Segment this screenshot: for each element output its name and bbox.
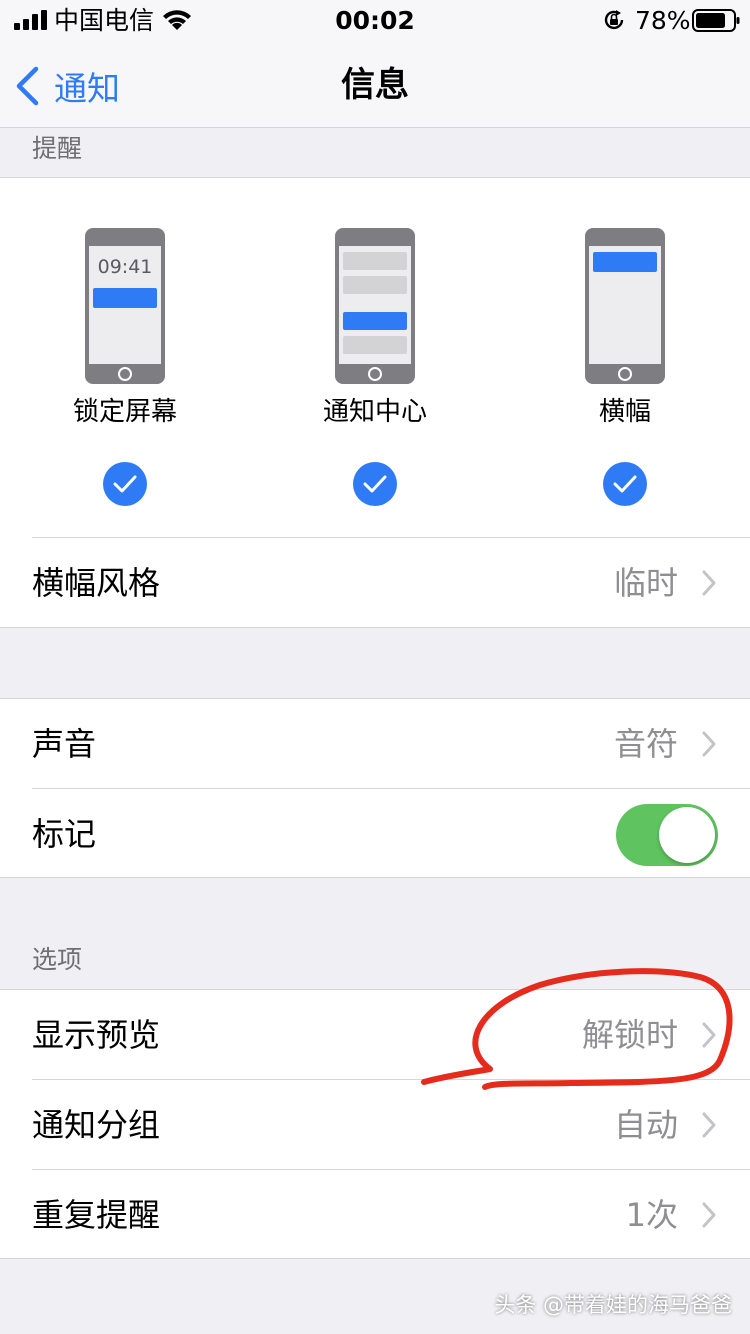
banner-style-row[interactable]: 横幅风格 临时 <box>0 538 750 628</box>
row-value: 解锁时 <box>581 1016 678 1054</box>
watermark: 头条 @带着娃的海马爸爸 <box>494 1293 732 1317</box>
section-header-alerts: 提醒 <box>32 134 83 163</box>
row-value: 自动 <box>613 1106 678 1144</box>
repeat-alerts-row[interactable]: 重复提醒 1次 <box>0 1170 750 1260</box>
row-label: 重复提醒 <box>32 1196 161 1234</box>
chevron-right-icon <box>702 1202 716 1228</box>
row-label: 横幅风格 <box>32 564 161 602</box>
row-label: 显示预览 <box>32 1016 161 1054</box>
checkmark-icon[interactable] <box>353 462 397 506</box>
show-previews-row[interactable]: 显示预览 解锁时 <box>0 990 750 1080</box>
chevron-right-icon <box>702 570 716 596</box>
badges-toggle[interactable] <box>616 804 718 866</box>
section-header-options: 选项 <box>32 945 83 974</box>
status-bar: 中国电信 00:02 78% <box>0 0 750 44</box>
row-value: 1次 <box>625 1196 678 1234</box>
chevron-right-icon <box>702 731 716 757</box>
sounds-row[interactable]: 声音 音符 <box>0 699 750 789</box>
alert-option-notification-center[interactable]: 通知中心 <box>250 178 500 538</box>
row-label: 标记 <box>32 815 97 853</box>
toggle-knob <box>659 807 715 863</box>
page-title: 信息 <box>341 65 409 105</box>
alert-option-label: 横幅 <box>598 397 651 427</box>
chevron-right-icon <box>702 1022 716 1048</box>
alert-option-banners[interactable]: 横幅 <box>500 178 750 538</box>
checkmark-icon[interactable] <box>603 462 647 506</box>
row-value: 音符 <box>613 725 678 763</box>
notification-grouping-row[interactable]: 通知分组 自动 <box>0 1080 750 1170</box>
row-label: 通知分组 <box>32 1106 161 1144</box>
lock-screen-clock: 09:41 <box>97 256 153 278</box>
alert-option-label: 锁定屏幕 <box>72 397 177 427</box>
battery-percent: 78% <box>635 6 691 35</box>
chevron-right-icon <box>702 1112 716 1138</box>
checkmark-icon[interactable] <box>103 462 147 506</box>
rotation-lock-icon <box>604 10 624 30</box>
sound-badge-group: 声音 音符 标记 <box>0 698 750 878</box>
options-group: 显示预览 解锁时 通知分组 自动 重复提醒 1次 <box>0 989 750 1259</box>
alert-option-lock-screen[interactable]: 09:41 锁定屏幕 <box>0 178 250 538</box>
row-label: 声音 <box>32 725 97 763</box>
row-value: 临时 <box>613 564 678 602</box>
battery-icon <box>692 9 740 32</box>
alerts-group: 09:41 锁定屏幕 通知中心 横幅 横幅风格 临时 <box>0 177 750 628</box>
navigation-bar: 通知 信息 <box>0 44 750 128</box>
alert-option-label: 通知中心 <box>322 397 427 427</box>
badges-row: 标记 <box>0 789 750 879</box>
phone-notification-center-icon <box>335 228 415 384</box>
phone-banner-icon <box>585 228 665 384</box>
phone-lock-screen-icon <box>85 228 165 384</box>
